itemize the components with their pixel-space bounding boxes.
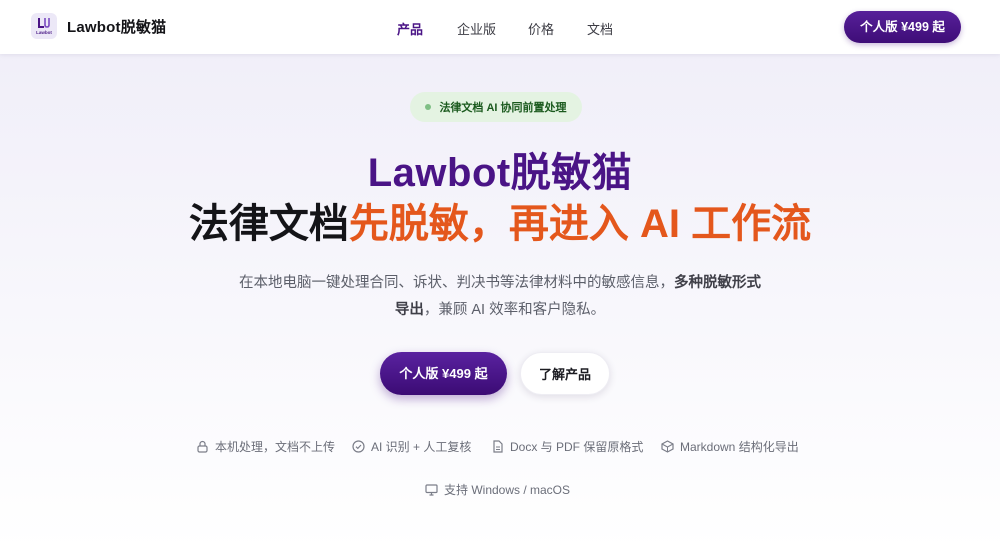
document-icon <box>491 439 504 453</box>
hero-title-line2: 法律文档先脱敏，再进入 AI 工作流 <box>0 199 1000 249</box>
nav-pricing-button[interactable]: 个人版 ¥499 起 <box>844 11 961 43</box>
lock-icon <box>196 440 209 453</box>
feature-platform-support: 支持 Windows / macOS <box>425 481 570 497</box>
nav-link-product[interactable]: 产品 <box>397 19 423 38</box>
hero-title-line2-accent: 先脱敏，再进入 AI 工作流 <box>348 202 812 246</box>
feature-markdown-export: Markdown 结构化导出 <box>661 438 799 454</box>
check-circle-icon <box>352 439 365 453</box>
badge-dot-icon <box>425 104 432 110</box>
feature-label: 本机处理，文档不上传 <box>215 439 336 454</box>
cube-icon <box>661 439 674 453</box>
nav-link-pricing[interactable]: 价格 <box>528 19 554 38</box>
learn-product-button[interactable]: 了解产品 <box>520 352 610 395</box>
top-navbar: Lawbot Lawbot脱敏猫 产品 企业版 价格 文档 个人版 ¥499 起 <box>0 0 1000 54</box>
hero-title-line1: Lawbot脱敏猫 <box>367 151 633 195</box>
feature-label: Markdown 结构化导出 <box>680 439 799 454</box>
feature-label: Docx 与 PDF 保留原格式 <box>510 439 644 454</box>
hero-subtitle: 在本地电脑一键处理合同、诉状、判决书等法律材料中的敏感信息，多种脱敏形式导出，兼… <box>220 270 780 324</box>
feature-format-preserve: Docx 与 PDF 保留原格式 <box>491 438 643 454</box>
feature-label: 支持 Windows / macOS <box>444 482 571 497</box>
feature-label: AI 识别 + 人工复核 <box>371 439 472 454</box>
nav-link-docs[interactable]: 文档 <box>587 19 613 38</box>
subtitle-bold-1: 多种脱敏形式 <box>674 275 761 291</box>
hero-title-line2-dark: 法律文档 <box>188 202 349 246</box>
feature-local-processing: 本机处理，文档不上传 <box>196 438 335 454</box>
hero-badge: 法律文档 AI 协同前置处理 <box>410 92 582 122</box>
subtitle-bold-2: 导出 <box>394 302 424 318</box>
nav-link-enterprise[interactable]: 企业版 <box>457 19 496 38</box>
buy-personal-button[interactable]: 个人版 ¥499 起 <box>380 352 507 395</box>
monitor-icon <box>425 483 438 496</box>
subtitle-text-1: 在本地电脑一键处理合同、诉状、判决书等法律材料中的敏感信息， <box>239 275 674 291</box>
feature-ai-review: AI 识别 + 人工复核 <box>352 438 471 454</box>
subtitle-text-2: ，兼顾 AI 效率和客户隐私。 <box>423 302 606 318</box>
badge-label: 法律文档 AI 协同前置处理 <box>439 102 567 114</box>
